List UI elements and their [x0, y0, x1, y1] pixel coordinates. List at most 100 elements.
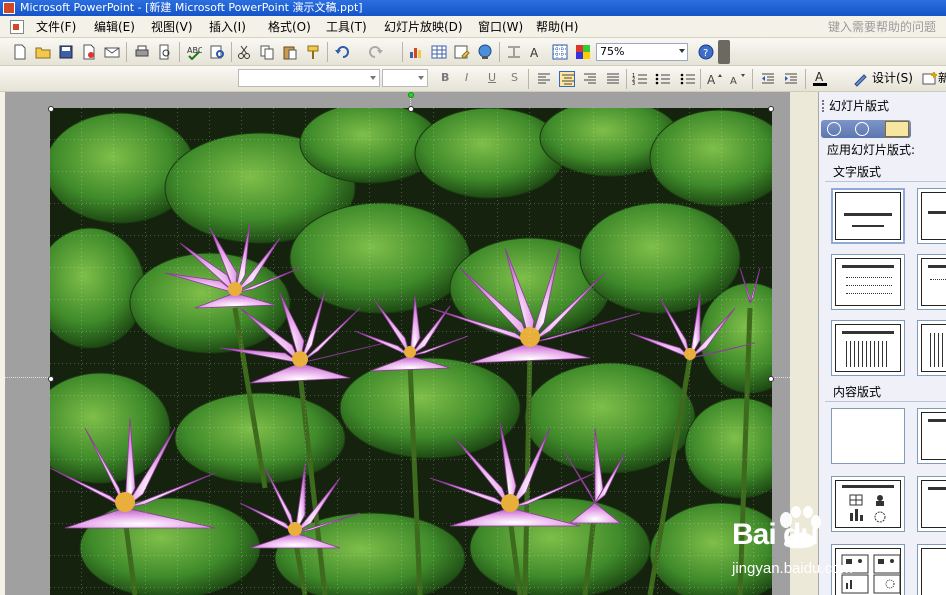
svg-text:3: 3 — [632, 81, 635, 87]
new-document-icon[interactable] — [12, 44, 28, 60]
svg-text:A: A — [730, 76, 737, 87]
open-folder-icon[interactable] — [35, 44, 51, 60]
print-preview-icon[interactable] — [157, 44, 173, 60]
show-grid-icon[interactable] — [552, 44, 568, 60]
home-icon[interactable] — [885, 121, 909, 137]
layout-title-slide[interactable] — [831, 188, 905, 244]
menu-file[interactable]: 文件(F) — [36, 19, 76, 35]
layout-blank[interactable] — [831, 408, 905, 464]
menu-window[interactable]: 窗口(W) — [478, 19, 523, 35]
menu-tools[interactable]: 工具(T) — [326, 19, 367, 35]
apply-layout-label: 应用幻灯片版式: — [827, 143, 916, 157]
layout-content[interactable] — [917, 408, 946, 464]
chevron-down-icon — [679, 49, 685, 53]
redo-icon[interactable] — [368, 44, 384, 60]
svg-text:A: A — [530, 46, 539, 60]
increase-indent-icon[interactable] — [783, 71, 799, 87]
align-left-icon[interactable] — [536, 71, 552, 87]
undo-icon[interactable] — [334, 44, 350, 60]
save-icon[interactable] — [58, 44, 74, 60]
menu-edit[interactable]: 编辑(E) — [94, 19, 135, 35]
standard-toolbar: ABC A 75% ? — [0, 38, 946, 66]
research-icon[interactable] — [209, 44, 225, 60]
resize-handle-top-left[interactable] — [48, 106, 54, 112]
slide-canvas[interactable] — [50, 108, 772, 595]
tables-borders-icon[interactable] — [454, 44, 470, 60]
insert-chart-icon[interactable] — [408, 44, 424, 60]
format-painter-icon[interactable] — [305, 44, 321, 60]
bullets-icon[interactable] — [655, 71, 671, 87]
baidu-url-text: jingyan.baidu.com — [732, 560, 853, 577]
show-formatting-icon[interactable]: A — [529, 44, 545, 60]
task-pane-nav — [821, 120, 911, 138]
chevron-down-icon — [370, 76, 376, 80]
align-right-icon[interactable] — [582, 71, 598, 87]
layout-title-content-text[interactable] — [917, 544, 946, 595]
new-slide-button[interactable]: 新 — [938, 70, 946, 86]
resize-handle-top[interactable] — [408, 106, 414, 112]
numbering-icon[interactable]: 123 — [632, 71, 648, 87]
section-text-layouts: 文字版式 — [825, 162, 946, 182]
chevron-down-icon — [418, 76, 424, 80]
layout-two-column-text[interactable] — [917, 254, 946, 310]
distribute-icon[interactable] — [605, 71, 621, 87]
permission-icon[interactable] — [81, 44, 97, 60]
spelling-icon[interactable]: ABC — [186, 44, 202, 60]
menu-insert[interactable]: 插入(I) — [209, 19, 246, 35]
help-question-input[interactable]: 键入需要帮助的问题 — [828, 19, 936, 35]
menu-help[interactable]: 帮助(H) — [536, 19, 578, 35]
design-button[interactable]: 设计(S) — [872, 70, 913, 86]
font-color-icon[interactable]: A — [812, 70, 828, 86]
svg-text:?: ? — [703, 48, 708, 59]
title-bar: Microsoft PowerPoint - [新建 Microsoft Pow… — [0, 0, 946, 16]
expand-icon[interactable] — [506, 44, 522, 60]
resize-handle-left[interactable] — [48, 376, 54, 382]
document-icon[interactable] — [10, 20, 24, 34]
font-name-select[interactable] — [238, 69, 380, 87]
pane-grip-icon[interactable] — [822, 100, 824, 112]
shadow-button[interactable]: S — [511, 70, 518, 86]
decrease-indent-icon[interactable] — [760, 71, 776, 87]
insert-table-icon[interactable] — [431, 44, 447, 60]
italic-button[interactable]: I — [465, 70, 468, 86]
paste-icon[interactable] — [282, 44, 298, 60]
forward-icon[interactable] — [855, 122, 869, 136]
toolbar-options-icon[interactable] — [718, 40, 730, 64]
menu-format[interactable]: 格式(O) — [268, 19, 311, 35]
font-size-select[interactable] — [382, 69, 428, 87]
water-lily-photo[interactable] — [50, 108, 772, 595]
email-icon[interactable] — [104, 44, 120, 60]
resize-handle-right[interactable] — [768, 376, 774, 382]
layout-vertical-text[interactable] — [831, 320, 905, 376]
rotate-handle[interactable] — [408, 92, 414, 98]
zoom-select[interactable]: 75% — [596, 43, 688, 61]
layout-title-text[interactable] — [831, 254, 905, 310]
formatting-toolbar: B I U S 123 A A A 设计(S) 新 — [0, 66, 946, 92]
align-center-icon[interactable] — [559, 71, 575, 87]
underline-button[interactable]: U — [488, 70, 496, 86]
help-icon[interactable]: ? — [698, 44, 714, 60]
increase-font-icon[interactable]: A — [707, 71, 723, 87]
color-grayscale-icon[interactable] — [575, 44, 591, 60]
task-pane-title: 幻灯片版式 — [829, 99, 890, 113]
print-icon[interactable] — [134, 44, 150, 60]
svg-text:A: A — [815, 70, 824, 84]
resize-handle-top-right[interactable] — [768, 106, 774, 112]
svg-text:A: A — [707, 73, 716, 87]
cut-icon[interactable] — [236, 44, 252, 60]
menu-slideshow[interactable]: 幻灯片放映(D) — [384, 19, 463, 35]
section-content-layouts: 内容版式 — [825, 382, 946, 402]
powerpoint-app-icon[interactable] — [3, 2, 15, 14]
layout-vertical-title-text[interactable] — [917, 320, 946, 376]
layout-title-two-content[interactable] — [917, 476, 946, 532]
menu-view[interactable]: 视图(V) — [151, 19, 193, 35]
new-slide-icon[interactable] — [922, 71, 938, 87]
back-icon[interactable] — [827, 122, 841, 136]
bold-button[interactable]: B — [441, 70, 449, 86]
design-icon[interactable] — [852, 71, 868, 87]
insert-hyperlink-icon[interactable] — [477, 44, 493, 60]
numbering-list-icon[interactable] — [680, 71, 696, 87]
copy-icon[interactable] — [259, 44, 275, 60]
layout-title-only[interactable] — [917, 188, 946, 244]
decrease-font-icon[interactable]: A — [730, 71, 746, 87]
